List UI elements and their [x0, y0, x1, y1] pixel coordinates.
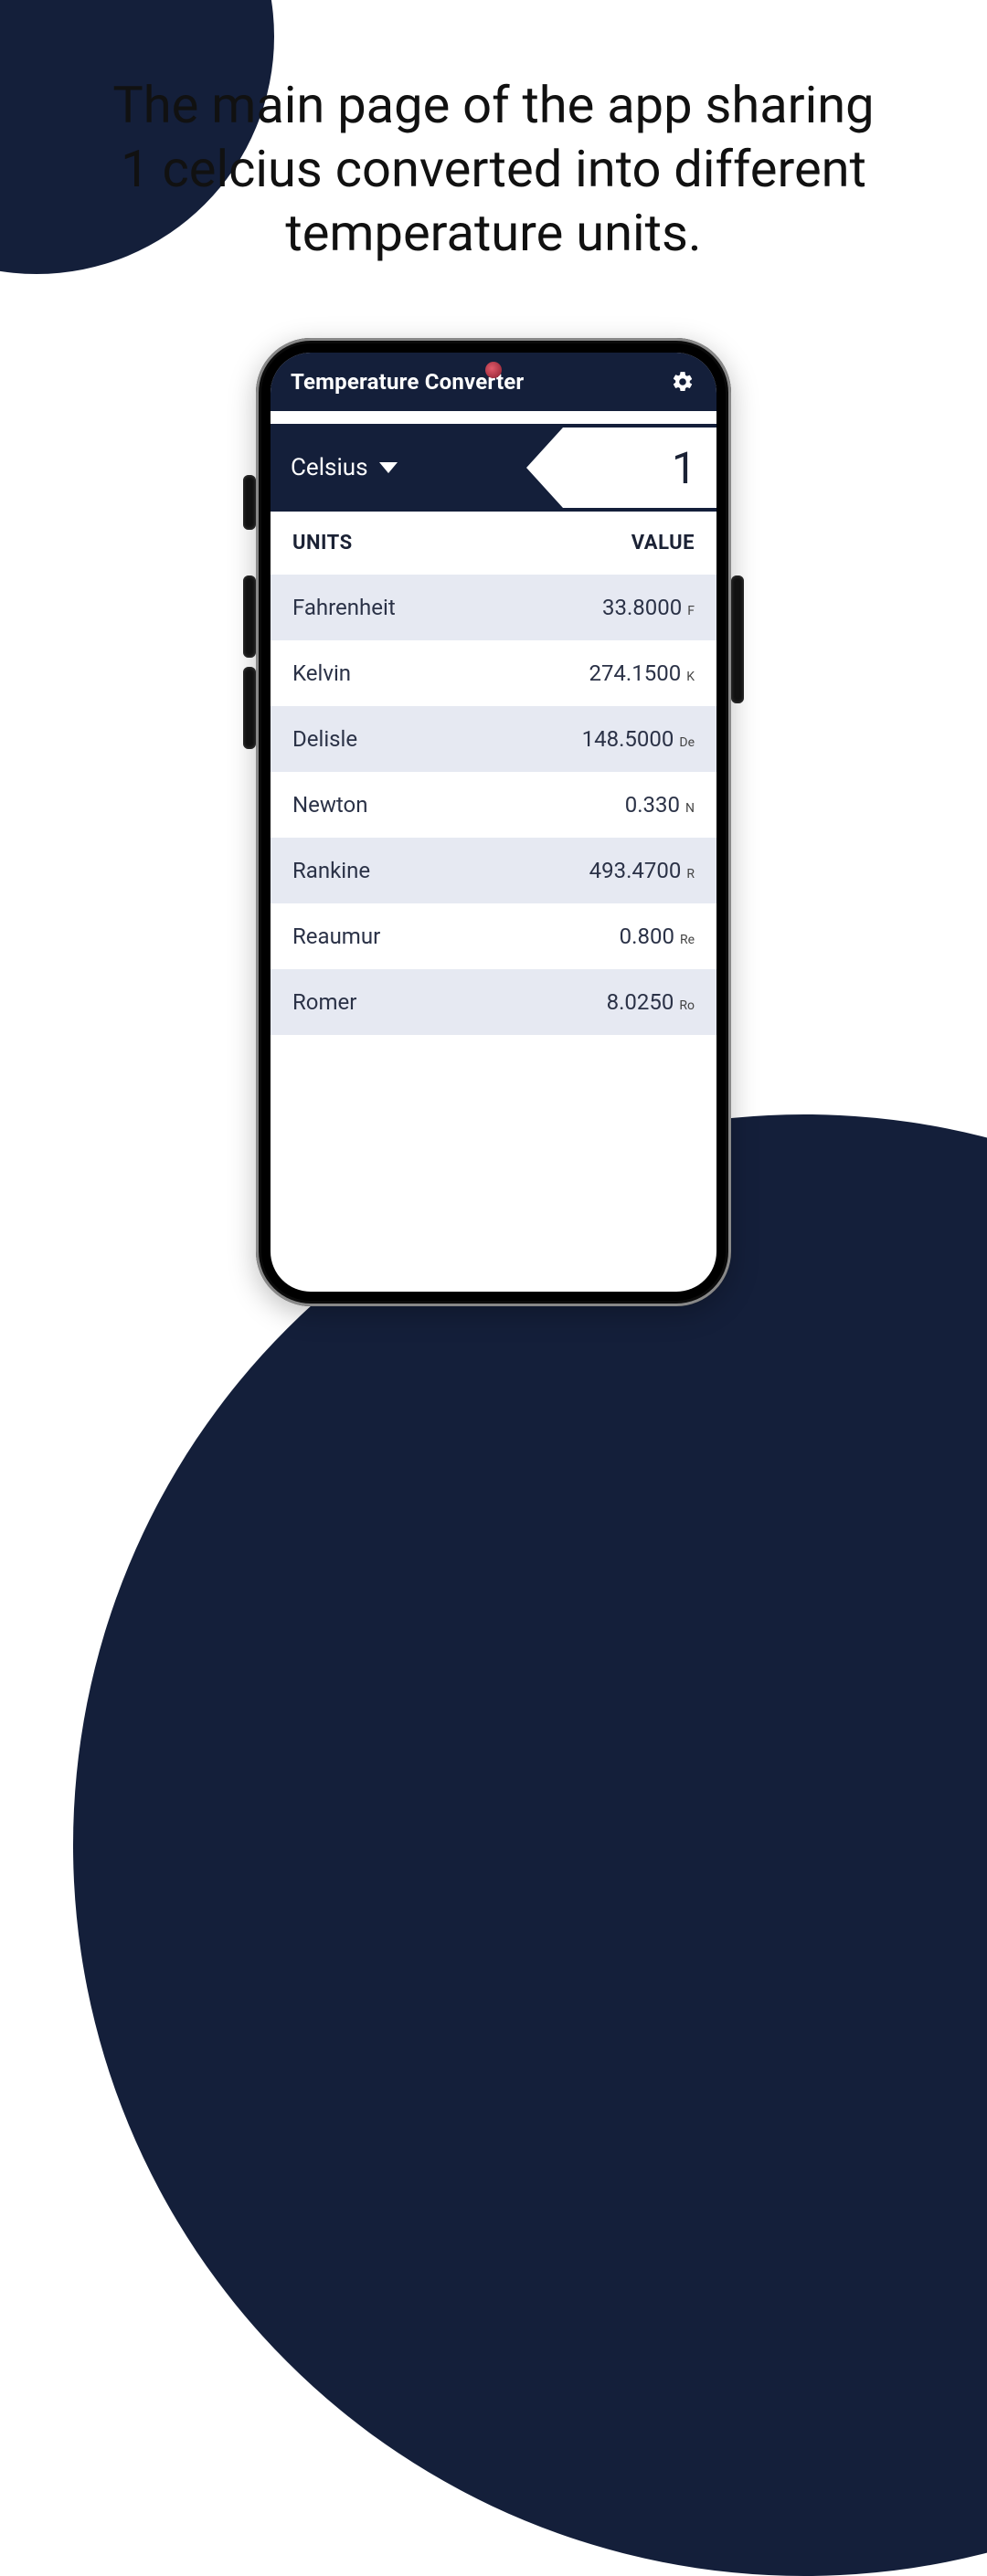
unit-selector[interactable]: Celsius: [271, 424, 526, 512]
unit-value-number: 8.0250: [607, 989, 674, 1015]
unit-symbol: F: [687, 604, 695, 618]
table-row: Kelvin 274.1500 K: [271, 640, 716, 706]
phone-power-button: [731, 575, 744, 703]
table-row: Fahrenheit 33.8000 F: [271, 575, 716, 640]
unit-name: Newton: [292, 792, 367, 818]
settings-button[interactable]: [669, 368, 696, 396]
gear-icon: [671, 370, 695, 394]
phone-screen: Temperature Converter Celsius 1 UN: [271, 353, 716, 1292]
unit-name: Kelvin: [292, 660, 351, 686]
unit-value: 0.800 Re: [620, 924, 695, 949]
units-header-label: UNITS: [292, 532, 353, 554]
unit-value: 33.8000 F: [602, 595, 695, 620]
unit-value-number: 274.1500: [589, 660, 681, 686]
unit-value: 148.5000 De: [582, 726, 695, 752]
table-row: Reaumur 0.800 Re: [271, 903, 716, 969]
table-row: Delisle 148.5000 De: [271, 706, 716, 772]
unit-symbol: Ro: [679, 998, 695, 1013]
unit-name: Delisle: [292, 726, 357, 752]
promo-headline: The main page of the app sharing 1 celci…: [0, 73, 987, 265]
phone-side-button: [243, 475, 256, 530]
unit-value: 493.4700 R: [589, 858, 695, 883]
phone-bezel: Temperature Converter Celsius 1 UN: [261, 343, 726, 1301]
phone-volume-down: [243, 667, 256, 749]
unit-symbol: N: [685, 801, 695, 816]
unit-value-number: 33.8000: [602, 595, 682, 620]
table-row: Rankine 493.4700 R: [271, 838, 716, 903]
phone-camera-dot: [485, 362, 502, 378]
unit-value-number: 148.5000: [582, 726, 674, 752]
conversion-table: Fahrenheit 33.8000 F Kelvin 274.1500 K Delisle…: [271, 575, 716, 1292]
table-row: Romer 8.0250 Ro: [271, 969, 716, 1035]
decorative-shape-bottom-right: [73, 1114, 987, 2576]
unit-value-number: 493.4700: [589, 858, 682, 883]
unit-value: 0.330 N: [625, 792, 695, 818]
unit-value: 274.1500 K: [589, 660, 695, 686]
selected-unit-label: Celsius: [291, 454, 368, 481]
value-input[interactable]: 1: [526, 428, 716, 508]
unit-value-number: 0.330: [625, 792, 680, 818]
chevron-down-icon: [379, 462, 398, 473]
value-header-label: VALUE: [631, 532, 695, 554]
value-input-text: 1: [672, 442, 696, 494]
input-row: Celsius 1: [271, 424, 716, 512]
unit-symbol: De: [679, 735, 695, 750]
unit-symbol: R: [686, 867, 695, 882]
unit-value: 8.0250 Ro: [607, 989, 695, 1015]
table-header: UNITS VALUE: [271, 512, 716, 575]
phone-volume-up: [243, 575, 256, 658]
unit-name: Fahrenheit: [292, 595, 396, 620]
unit-name: Rankine: [292, 858, 370, 883]
unit-symbol: Re: [680, 933, 695, 947]
unit-value-number: 0.800: [620, 924, 674, 949]
unit-name: Reaumur: [292, 924, 380, 949]
spacer: [271, 411, 716, 424]
table-row: Newton 0.330 N: [271, 772, 716, 838]
phone-mockup: Temperature Converter Celsius 1 UN: [256, 338, 731, 1306]
unit-symbol: K: [686, 670, 695, 684]
unit-name: Romer: [292, 989, 356, 1015]
